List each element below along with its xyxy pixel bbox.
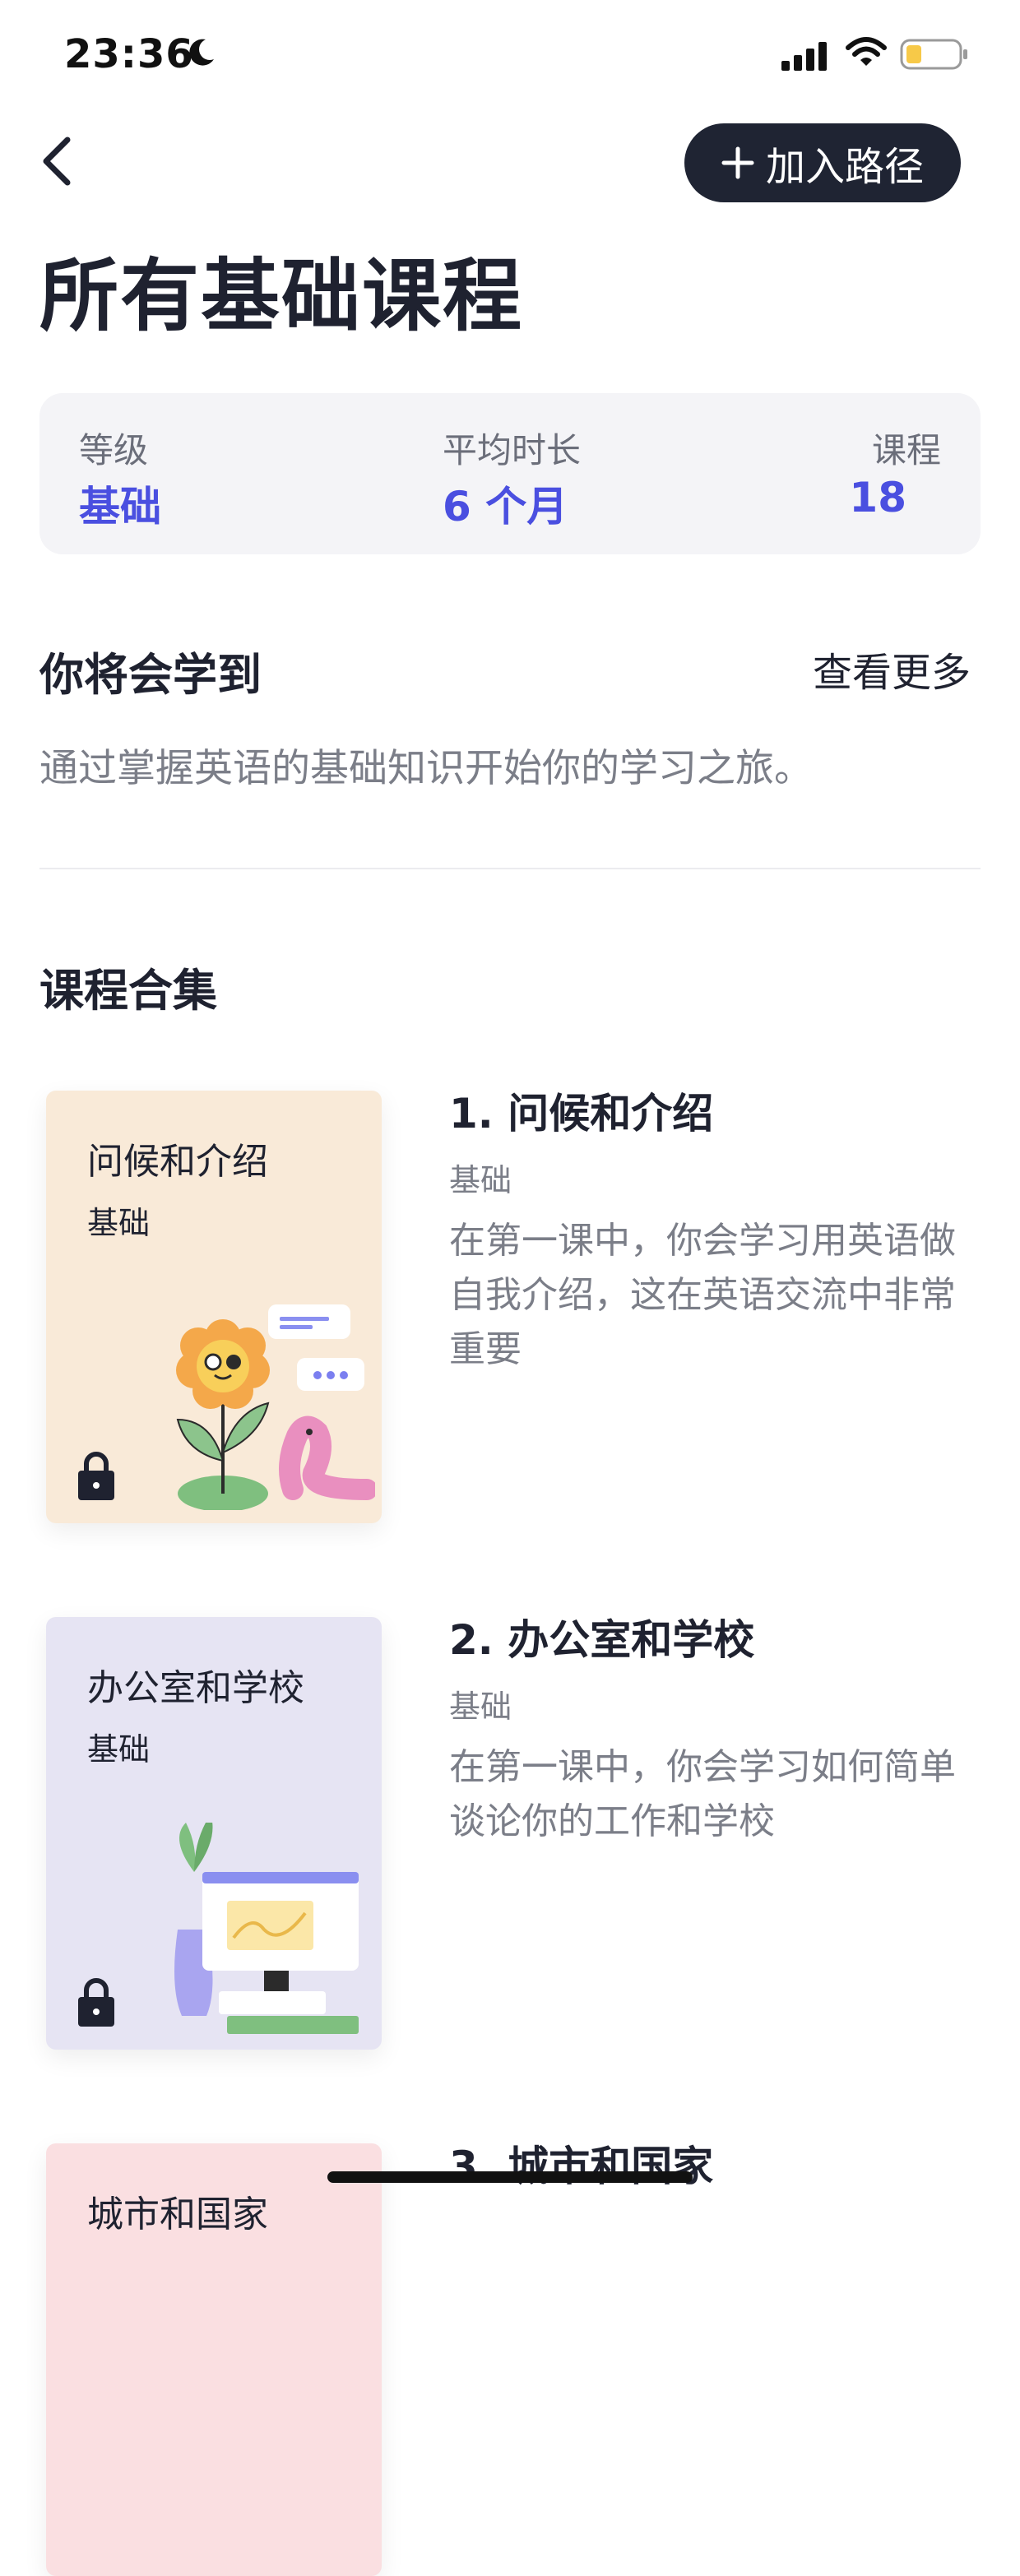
course-card-title: 办公室和学校 xyxy=(87,1667,304,1709)
path-info-card: 等级 基础 平均时长 6 个月 课程 18 xyxy=(39,393,981,554)
course-card-title: 城市和国家 xyxy=(87,2194,268,2235)
chevron-left-icon xyxy=(43,137,71,186)
page-title: 所有基础课程 xyxy=(39,250,523,342)
courses-label: 课程 xyxy=(871,430,941,470)
course-level: 基础 xyxy=(449,1162,512,1198)
duration-label: 平均时长 xyxy=(443,430,582,470)
flower-worm-illustration xyxy=(176,1304,375,1510)
courses-value: 18 xyxy=(849,474,906,521)
learn-section-title: 你将会学到 xyxy=(39,649,262,701)
course-description: 在第一课中，你会学习如何简单谈论你的工作和学校 xyxy=(449,1746,956,1842)
wifi-icon xyxy=(846,37,887,66)
duration-value: 6 个月 xyxy=(443,483,568,530)
course-card-1[interactable]: 问候和介绍 基础 xyxy=(46,1091,382,1523)
back-button[interactable] xyxy=(36,132,86,189)
course-card-title: 问候和介绍 xyxy=(87,1141,268,1183)
course-title[interactable]: 2. 办公室和学校 xyxy=(449,1607,754,1666)
office-desk-illustration xyxy=(174,1823,359,2034)
signal-icon xyxy=(781,42,827,71)
lock-icon xyxy=(78,1978,114,2027)
level-value: 基础 xyxy=(79,483,161,530)
join-path-button[interactable]: 加入路径 xyxy=(684,123,961,202)
course-card-2[interactable]: 办公室和学校 基础 xyxy=(46,1617,382,2050)
see-more-link[interactable]: 查看更多 xyxy=(813,640,971,697)
course-card-level: 基础 xyxy=(87,1731,151,1768)
status-time: 23:36 xyxy=(64,31,194,77)
divider xyxy=(39,868,981,869)
lock-icon xyxy=(78,1452,114,1500)
join-path-label: 加入路径 xyxy=(765,144,924,190)
course-title[interactable]: 1. 问候和介绍 xyxy=(449,1081,713,1140)
course-level: 基础 xyxy=(449,1689,512,1725)
course-description: 在第一课中，你会学习用英语做自我介绍，这在英语交流中非常重要 xyxy=(449,1220,956,1370)
level-label: 等级 xyxy=(79,430,149,470)
learn-description: 通过掌握英语的基础知识开始你的学习之旅。 xyxy=(39,746,813,791)
course-card-3[interactable]: 城市和国家 xyxy=(46,2143,382,2576)
moon-icon xyxy=(189,39,214,66)
home-indicator[interactable] xyxy=(327,2171,693,2183)
battery-icon xyxy=(900,39,967,70)
course-card-level: 基础 xyxy=(87,1205,151,1241)
plus-icon xyxy=(721,146,754,179)
collection-title: 课程合集 xyxy=(39,965,217,1017)
course-title[interactable]: 3. 城市和国家 xyxy=(449,2134,713,2193)
